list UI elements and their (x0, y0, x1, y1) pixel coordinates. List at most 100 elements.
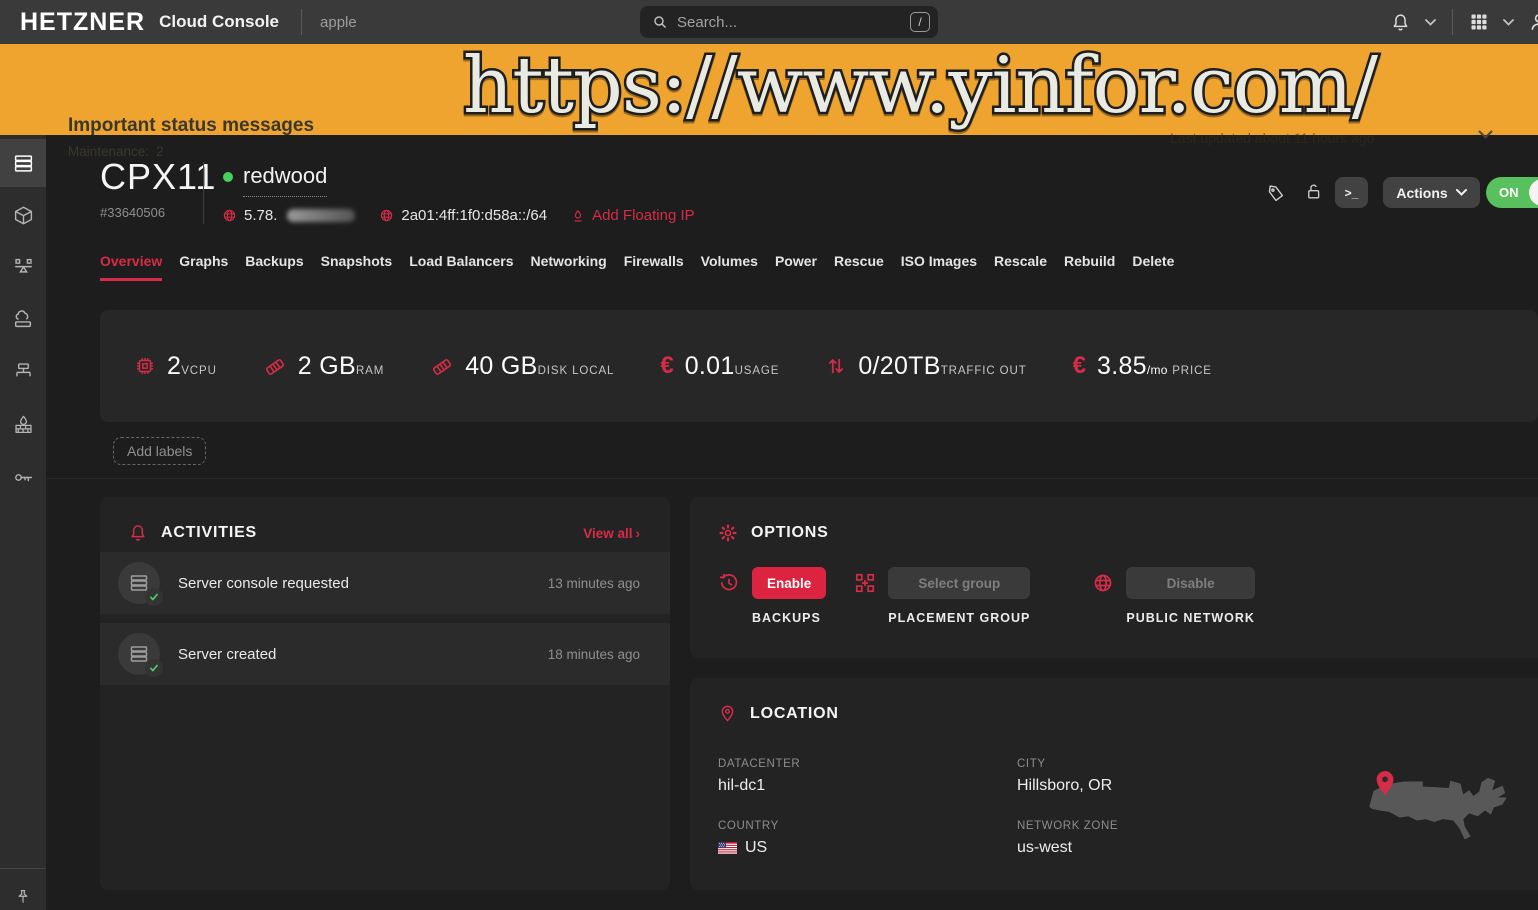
euro-icon: € (660, 355, 673, 377)
topbar-divider (1452, 9, 1453, 35)
sidebar-item-security[interactable] (0, 453, 46, 501)
backup-history-icon (718, 572, 740, 625)
sidebar-item-networks[interactable] (0, 347, 46, 395)
ipv6-address[interactable]: 2a01:4ff:1f0:d58a::/64 (401, 207, 547, 224)
tab-rebuild[interactable]: Rebuild (1064, 253, 1115, 281)
search-icon (652, 14, 668, 30)
notifications-bell-icon[interactable] (1390, 12, 1411, 33)
project-name[interactable]: apple (320, 14, 357, 31)
server-stats-card: 2VCPU 2 GBRAM 40 GBDISK LOCAL € 0.01USAG… (100, 310, 1538, 422)
stat-ram: 2 GBRAM (263, 352, 384, 381)
traffic-arrows-icon (825, 355, 847, 377)
user-avatar-icon[interactable] (1528, 11, 1538, 33)
actions-button-label: Actions (1396, 185, 1447, 201)
banner-chevron-down-icon[interactable] (1478, 130, 1493, 139)
ipv4-address[interactable]: 5.78. (244, 207, 277, 224)
sidebar-item-firewalls[interactable] (0, 400, 46, 448)
floating-ip-icon (571, 209, 585, 223)
tab-delete[interactable]: Delete (1132, 253, 1174, 281)
globe-icon (379, 208, 394, 223)
globe-icon (1092, 572, 1114, 625)
avatar (118, 562, 160, 604)
actions-button[interactable]: Actions (1383, 177, 1480, 208)
status-banner: Important status messages Maintenance: 2… (0, 44, 1538, 135)
tab-rescale[interactable]: Rescale (994, 253, 1047, 281)
placement-group-icon (854, 572, 876, 625)
server-name[interactable]: redwood (243, 163, 327, 197)
apps-grid-icon[interactable] (1469, 12, 1489, 32)
tab-graphs[interactable]: Graphs (179, 253, 228, 281)
select-placement-group-button[interactable]: Select group (888, 567, 1030, 599)
tab-overview[interactable]: Overview (100, 253, 162, 281)
console-button[interactable]: >_ (1335, 177, 1368, 208)
sidebar-item-servers[interactable] (0, 139, 46, 187)
success-check-icon (145, 588, 163, 606)
field-datacenter: DATACENTER hil-dc1 (718, 758, 800, 795)
apps-chevron-down-icon[interactable] (1503, 19, 1514, 26)
tab-load-balancers[interactable]: Load Balancers (409, 253, 513, 281)
notifications-chevron-down-icon[interactable] (1425, 19, 1436, 26)
tab-firewalls[interactable]: Firewalls (624, 253, 684, 281)
search-input[interactable] (677, 14, 910, 31)
stat-suffix: /mo (1147, 363, 1168, 377)
enable-backups-button[interactable]: Enable (752, 567, 826, 599)
status-banner-updated: Last updated about 11 hours ago (1170, 130, 1374, 146)
activities-panel: ACTIVITIES View all › Server console req… (100, 497, 670, 890)
topbar-divider (301, 9, 302, 35)
activity-list-item[interactable]: Server created 18 minutes ago (100, 623, 670, 685)
bell-icon (128, 523, 148, 543)
field-value: hil-dc1 (718, 777, 800, 795)
stat-vcpu: 2VCPU (134, 352, 217, 381)
sidebar-item-floating-ips[interactable] (0, 295, 46, 343)
stat-label: DISK LOCAL (538, 365, 615, 377)
firewall-icon (13, 414, 34, 435)
tab-power[interactable]: Power (775, 253, 817, 281)
power-toggle[interactable]: ON (1486, 177, 1538, 208)
tab-backups[interactable]: Backups (245, 253, 303, 281)
tab-snapshots[interactable]: Snapshots (321, 253, 393, 281)
success-check-icon (145, 659, 163, 677)
add-floating-ip-link[interactable]: Add Floating IP (592, 207, 695, 224)
labels-tag-icon[interactable] (1266, 183, 1286, 203)
stat-value: 0.01 (685, 352, 735, 380)
option-backups: Enable BACKUPS (718, 567, 826, 625)
tab-networking[interactable]: Networking (530, 253, 606, 281)
section-divider (46, 478, 1538, 479)
view-all-link[interactable]: View all › (583, 526, 640, 541)
option-label: PUBLIC NETWORK (1126, 611, 1255, 625)
option-placement-group: Select group PLACEMENT GROUP (854, 567, 1030, 625)
server-status-dot (223, 172, 233, 182)
field-label: CITY (1017, 758, 1112, 770)
disable-public-network-button[interactable]: Disable (1126, 567, 1255, 599)
location-panel: LOCATION DATACENTER hil-dc1 CITY Hillsbo… (690, 678, 1538, 890)
sidebar-item-load-balancers[interactable] (0, 243, 46, 291)
gear-icon (718, 523, 738, 543)
stat-label: USAGE (735, 365, 780, 377)
sidebar-item-volumes[interactable] (0, 191, 46, 239)
field-city: CITY Hillsboro, OR (1017, 758, 1112, 795)
unlock-icon[interactable] (1304, 181, 1323, 202)
activity-list-item[interactable]: Server console requested 13 minutes ago (100, 552, 670, 614)
topbar: HETZNER Cloud Console apple / (0, 0, 1538, 44)
server-tabs: Overview Graphs Backups Snapshots Load B… (100, 253, 1174, 281)
cpu-icon (134, 355, 156, 377)
ram-icon (263, 355, 287, 379)
activity-time: 13 minutes ago (548, 576, 640, 591)
pin-sidebar-icon[interactable] (0, 877, 46, 910)
power-toggle-knob (1529, 179, 1538, 206)
tab-volumes[interactable]: Volumes (701, 253, 758, 281)
activity-time: 18 minutes ago (548, 647, 640, 662)
field-value: us-west (1017, 839, 1118, 857)
stat-label: TRAFFIC OUT (941, 365, 1027, 377)
header-divider (203, 162, 204, 224)
product-title: Cloud Console (159, 12, 279, 32)
cloud-server-icon (12, 308, 34, 330)
search-bar[interactable]: / (640, 6, 938, 38)
search-shortcut-key: / (910, 12, 930, 32)
field-label: NETWORK ZONE (1017, 820, 1118, 832)
add-labels-button[interactable]: Add labels (113, 437, 206, 465)
sidebar-divider (0, 868, 46, 869)
tab-iso-images[interactable]: ISO Images (901, 253, 977, 281)
network-icon (13, 361, 34, 382)
tab-rescue[interactable]: Rescue (834, 253, 884, 281)
